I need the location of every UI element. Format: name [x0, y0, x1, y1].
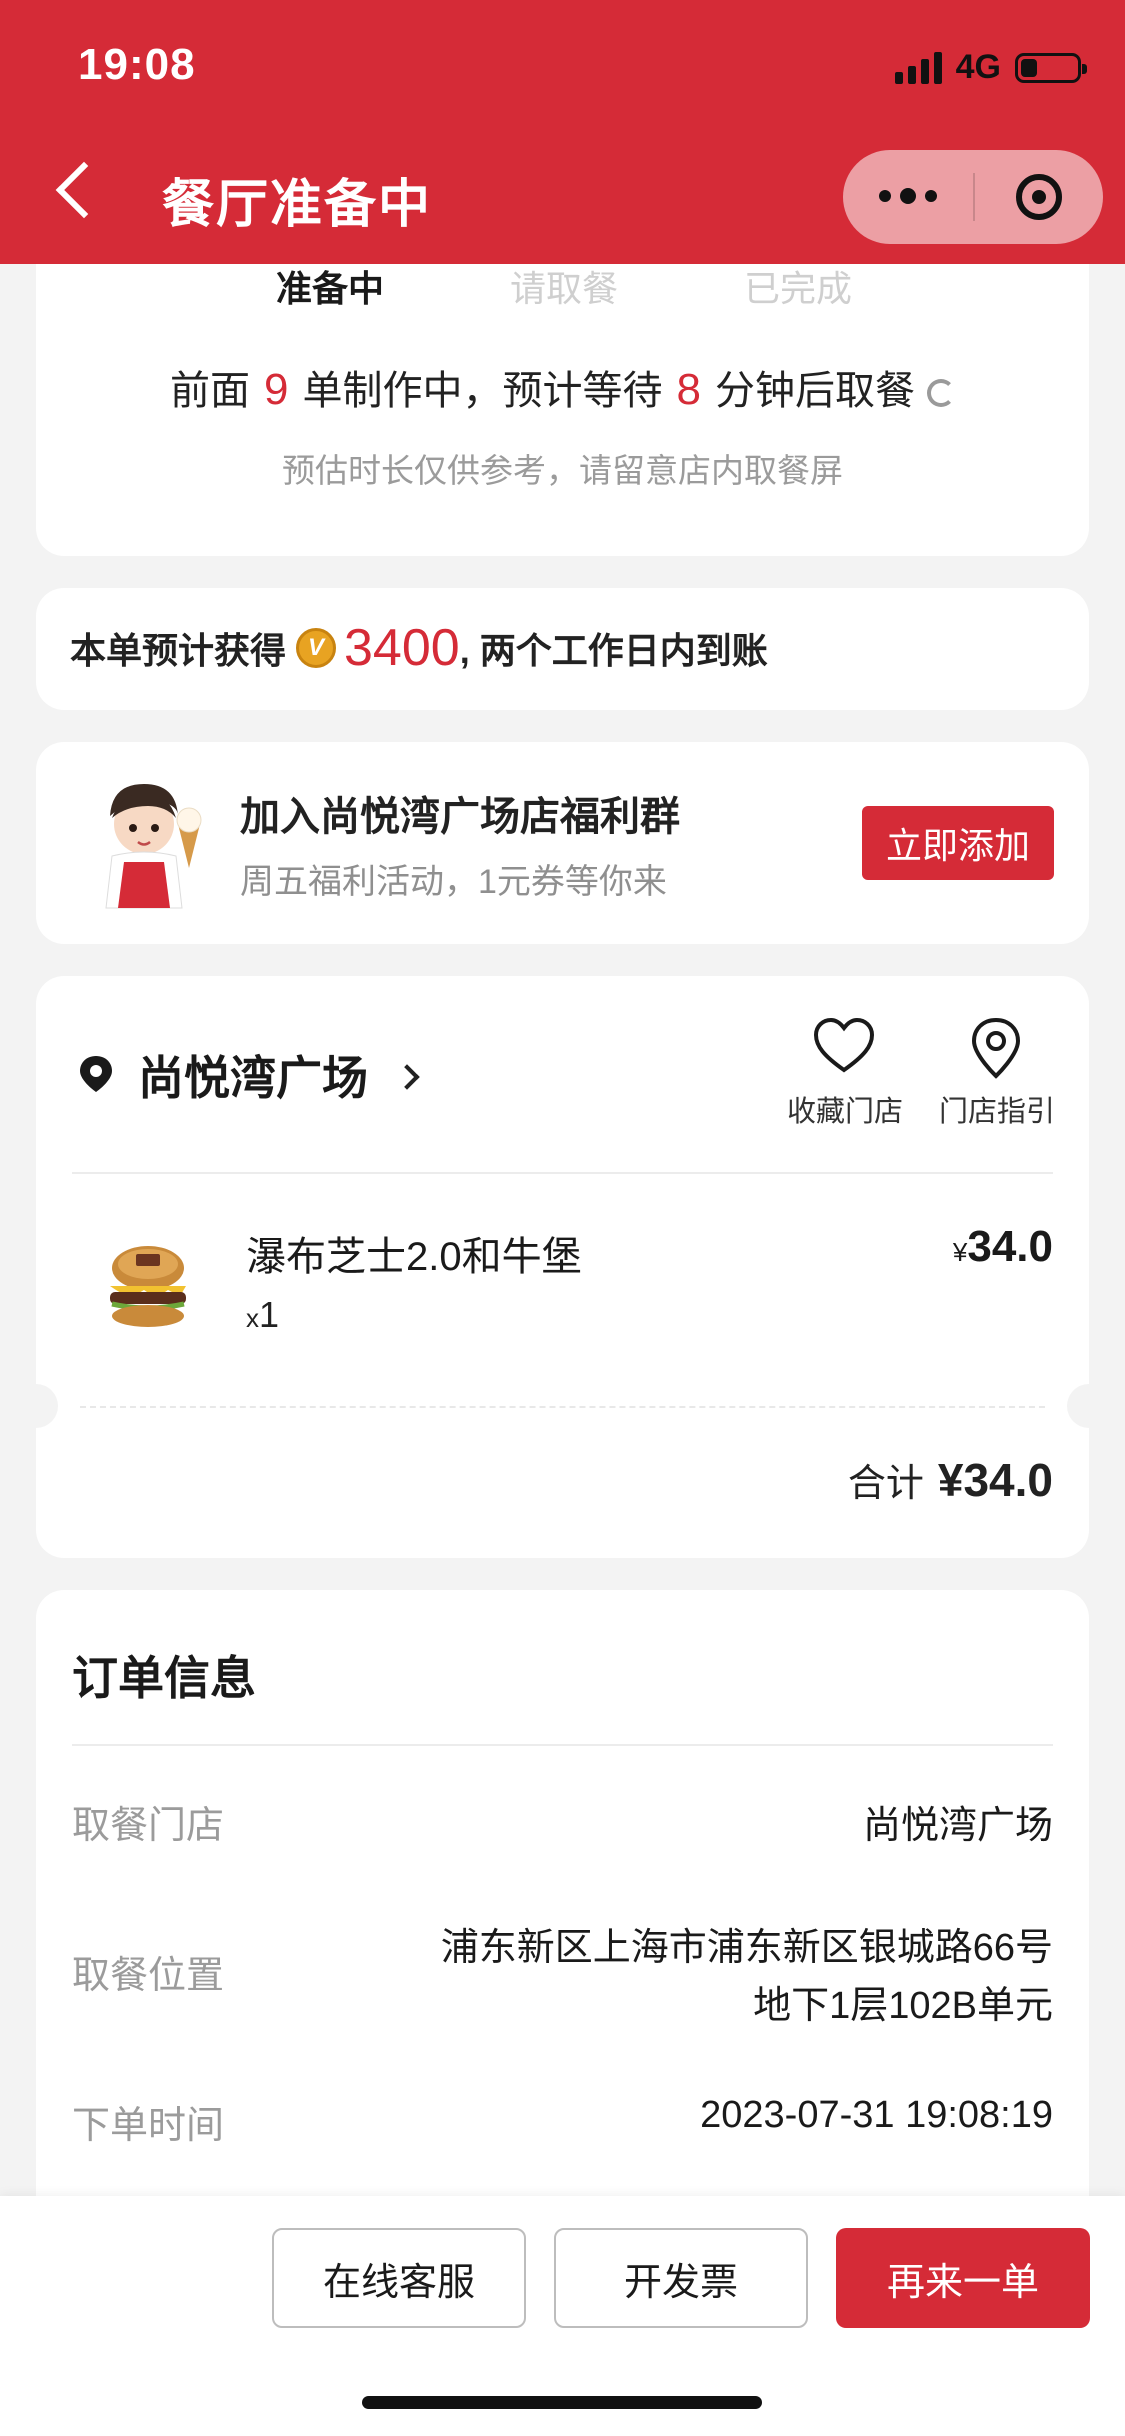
divider	[72, 1744, 1053, 1746]
item-name: 瀑布芝士2.0和牛堡	[246, 1235, 582, 1279]
progress-steps: 准备中 请取餐 已完成	[36, 260, 1089, 320]
bottom-action-bar: 在线客服 开发票 再来一单	[0, 2196, 1125, 2436]
store-order-card: 尚悦湾广场 收藏门店 门店指引 瀑布芝士2.0和牛堡 x1 ¥34.0 合计 ¥3…	[36, 976, 1089, 1558]
wait-minutes: 8	[676, 365, 701, 414]
points-prefix: 本单预计获得	[70, 630, 287, 671]
queue-prefix: 前面	[170, 369, 251, 413]
status-indicators: 4G	[894, 48, 1087, 87]
points-card: 本单预计获得 V 3400 , 两个工作日内到账	[36, 588, 1089, 710]
favorite-store-label[interactable]: 收藏门店	[780, 1088, 910, 1130]
total-amount: ¥34.0	[937, 1454, 1053, 1506]
points-line: 本单预计获得 V 3400 , 两个工作日内到账	[70, 618, 768, 678]
store-name-link[interactable]: 尚悦湾广场	[138, 1042, 368, 1108]
record-close-icon	[1016, 174, 1062, 220]
price-currency: ¥	[952, 1237, 968, 1267]
more-dots-icon[interactable]	[843, 188, 973, 204]
miniapp-capsule	[843, 150, 1103, 244]
pickup-location-label: 取餐位置	[72, 1955, 225, 1997]
order-time-value: 2023-07-31 19:08:19	[700, 2094, 1053, 2136]
price-value: 34.0	[967, 1222, 1053, 1271]
pickup-location-line2: 地下1层102B单元	[753, 1985, 1053, 2027]
order-progress-card: 准备中 请取餐 已完成 前面 9 单制作中，预计等待 8 分钟后取餐 预估时长仅供参考，…	[36, 230, 1089, 556]
step-ready: 请取餐	[510, 268, 619, 309]
network-type: 4G	[955, 48, 1001, 86]
queue-note: 预估时长仅供参考，请留意店内取餐屏	[282, 452, 843, 489]
order-info-title: 订单信息	[72, 1652, 256, 1704]
invoice-button[interactable]: 开发票	[554, 2228, 808, 2328]
home-indicator[interactable]	[362, 2396, 762, 2409]
ticket-notch-right	[1067, 1384, 1089, 1428]
signal-icon	[894, 51, 942, 84]
chevron-left-icon[interactable]	[55, 161, 113, 219]
join-group-button[interactable]: 立即添加	[862, 806, 1054, 880]
reorder-button[interactable]: 再来一单	[836, 2228, 1090, 2328]
points-amount: 3400	[344, 619, 460, 677]
burger-image	[110, 1246, 186, 1327]
item-price: ¥34.0	[953, 1222, 1053, 1272]
item-quantity: x1	[246, 1294, 279, 1336]
close-miniapp-button[interactable]	[975, 174, 1103, 220]
queue-status: 前面 9 单制作中，预计等待 8 分钟后取餐	[36, 358, 1089, 416]
battery-icon	[1015, 52, 1087, 83]
group-subtitle: 周五福利活动，1元券等你来	[240, 863, 667, 901]
location-pin-icon	[80, 1056, 112, 1092]
page-title: 餐厅准备中	[162, 176, 433, 234]
pickup-store-label: 取餐门店	[72, 1805, 225, 1847]
refresh-icon[interactable]	[926, 379, 955, 408]
divider	[72, 1172, 1053, 1174]
total-label: 合计	[847, 1463, 924, 1505]
queue-count: 9	[264, 365, 289, 414]
store-guide-label[interactable]: 门店指引	[932, 1088, 1062, 1130]
step-completed: 已完成	[744, 268, 853, 309]
battery-level	[1021, 58, 1037, 77]
dashed-divider	[80, 1406, 1045, 1408]
heart-icon[interactable]	[812, 1016, 876, 1076]
ticket-notch-left	[36, 1384, 58, 1428]
order-time-label: 下单时间	[72, 2105, 225, 2147]
pickup-store-value: 尚悦湾广场	[862, 1805, 1053, 1847]
status-time: 19:08	[78, 40, 196, 89]
top-bar: 19:08 4G 餐厅准备中	[0, 0, 1125, 264]
pickup-location-line1: 浦东新区上海市浦东新区银城路66号	[440, 1927, 1053, 1969]
order-total: 合计 ¥34.0	[848, 1452, 1053, 1507]
map-pin-icon[interactable]	[968, 1016, 1024, 1080]
points-suffix: , 两个工作日内到账	[459, 630, 768, 671]
order-info-card: 订单信息 取餐门店 尚悦湾广场 取餐位置 浦东新区上海市浦东新区银城路66号 地…	[36, 1590, 1089, 2290]
step-preparing: 准备中	[276, 268, 385, 309]
queue-suffix: 分钟后取餐	[714, 369, 915, 413]
group-title: 加入尚悦湾广场店福利群	[240, 795, 680, 839]
qty-value: 1	[259, 1294, 280, 1335]
qty-prefix: x	[246, 1303, 259, 1333]
queue-middle: 单制作中，预计等待	[302, 369, 663, 413]
chevron-right-icon[interactable]	[394, 1064, 420, 1090]
online-service-button[interactable]: 在线客服	[272, 2228, 526, 2328]
mascot-icon	[105, 784, 202, 909]
v-coin-icon: V	[296, 628, 337, 668]
welfare-group-card: 加入尚悦湾广场店福利群 周五福利活动，1元券等你来 立即添加	[36, 742, 1089, 944]
